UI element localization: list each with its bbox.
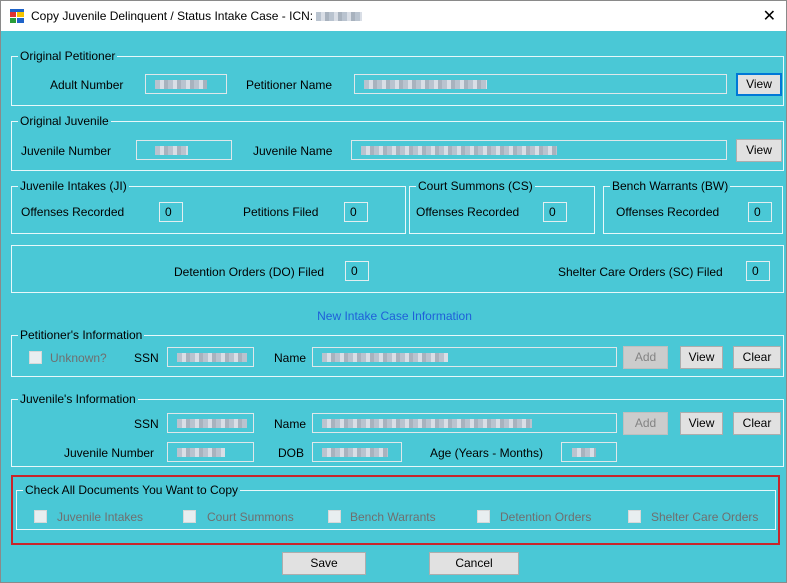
petitioner-add-button[interactable]: Add (623, 346, 668, 369)
detention-orders-label: Detention Orders (DO) Filed (174, 265, 325, 279)
copy-bench-warrants-checkbox[interactable] (328, 510, 341, 523)
court-summons-legend: Court Summons (CS) (416, 179, 535, 193)
petitioner-name-info-label: Name (274, 351, 307, 365)
juvenile-name-info-field[interactable] (312, 413, 617, 433)
new-intake-heading: New Intake Case Information (317, 309, 472, 323)
petitioner-name-info-field[interactable] (312, 347, 617, 367)
app-icon (10, 9, 24, 23)
unknown-checkbox[interactable] (29, 351, 42, 364)
juvenile-name-info-label: Name (274, 417, 307, 431)
juvenile-number-info-field[interactable] (167, 442, 254, 462)
petitioner-name-label: Petitioner Name (246, 78, 333, 92)
original-juvenile-group: Original Juvenile Juvenile Number Juveni… (11, 114, 784, 171)
title-bar: Copy Juvenile Delinquent / Status Intake… (1, 1, 786, 31)
petitioner-ssn-field[interactable] (167, 347, 254, 367)
original-petitioner-group: Original Petitioner Adult Number Petitio… (11, 49, 784, 106)
juvenile-ssn-label: SSN (134, 417, 159, 431)
copy-bench-warrants-label: Bench Warrants (350, 510, 436, 524)
ji-petitions-value: 0 (344, 202, 368, 222)
copy-court-summons-checkbox[interactable] (183, 510, 196, 523)
juvenile-info-legend: Juvenile's Information (18, 392, 138, 406)
age-field (561, 442, 617, 462)
window-title-text: Copy Juvenile Delinquent / Status Intake… (31, 9, 314, 23)
juvenile-name-label: Juvenile Name (253, 144, 333, 158)
bench-warrants-group: Bench Warrants (BW) Offenses Recorded 0 (603, 179, 783, 234)
petitioner-ssn-label: SSN (134, 351, 159, 365)
juvenile-ssn-field[interactable] (167, 413, 254, 433)
petitioner-view-button[interactable]: View (680, 346, 723, 369)
save-button[interactable]: Save (282, 552, 366, 575)
petitioner-clear-button[interactable]: Clear (733, 346, 781, 369)
copy-documents-legend: Check All Documents You Want to Copy (23, 483, 240, 497)
copy-detention-orders-checkbox[interactable] (477, 510, 490, 523)
unknown-label: Unknown? (50, 351, 107, 365)
bench-warrants-legend: Bench Warrants (BW) (610, 179, 731, 193)
age-label: Age (Years - Months) (430, 446, 543, 460)
original-juvenile-view-button[interactable]: View (736, 139, 782, 162)
juvenile-intakes-group: Juvenile Intakes (JI) Offenses Recorded … (11, 179, 406, 234)
juvenile-name-field (351, 140, 727, 160)
copy-shelter-care-orders-label: Shelter Care Orders (651, 510, 759, 524)
juvenile-view-button[interactable]: View (680, 412, 723, 435)
bw-offenses-value: 0 (748, 202, 772, 222)
original-petitioner-view-button[interactable]: View (736, 73, 782, 96)
juvenile-clear-button[interactable]: Clear (733, 412, 781, 435)
close-icon[interactable]: ✕ (763, 6, 776, 26)
ji-offenses-label: Offenses Recorded (21, 205, 125, 219)
cs-offenses-value: 0 (543, 202, 567, 222)
orders-group: Detention Orders (DO) Filed 0 Shelter Ca… (11, 245, 784, 293)
window-title: Copy Juvenile Delinquent / Status Intake… (31, 9, 363, 23)
juvenile-info-group: Juvenile's Information SSN Name Add View… (11, 392, 784, 467)
redacted-icn (316, 12, 363, 22)
juvenile-number-info-label: Juvenile Number (64, 446, 155, 460)
petitioner-info-legend: Petitioner's Information (18, 328, 145, 342)
copy-juvenile-intakes-checkbox[interactable] (34, 510, 47, 523)
shelter-orders-value: 0 (746, 261, 770, 281)
dob-field[interactable] (312, 442, 402, 462)
petitioner-name-field (354, 74, 727, 94)
cancel-button[interactable]: Cancel (429, 552, 519, 575)
original-petitioner-legend: Original Petitioner (18, 49, 118, 63)
cs-offenses-label: Offenses Recorded (416, 205, 520, 219)
juvenile-number-label: Juvenile Number (21, 144, 112, 158)
juvenile-intakes-legend: Juvenile Intakes (JI) (18, 179, 129, 193)
adult-number-field (145, 74, 227, 94)
copy-shelter-care-orders-checkbox[interactable] (628, 510, 641, 523)
petitioner-info-group: Petitioner's Information Unknown? SSN Na… (11, 328, 784, 377)
adult-number-label: Adult Number (50, 78, 124, 92)
bw-offenses-label: Offenses Recorded (616, 205, 720, 219)
dob-label: DOB (278, 446, 305, 460)
copy-juvenile-intakes-label: Juvenile Intakes (57, 510, 144, 524)
ji-offenses-value: 0 (159, 202, 183, 222)
court-summons-group: Court Summons (CS) Offenses Recorded 0 (409, 179, 595, 234)
original-juvenile-legend: Original Juvenile (18, 114, 111, 128)
copy-documents-group: Check All Documents You Want to Copy Juv… (16, 483, 776, 530)
shelter-orders-label: Shelter Care Orders (SC) Filed (558, 265, 723, 279)
copy-court-summons-label: Court Summons (207, 510, 294, 524)
copy-intake-dialog: Copy Juvenile Delinquent / Status Intake… (0, 0, 787, 583)
ji-petitions-label: Petitions Filed (243, 205, 319, 219)
detention-orders-value: 0 (345, 261, 369, 281)
juvenile-add-button[interactable]: Add (623, 412, 668, 435)
copy-detention-orders-label: Detention Orders (500, 510, 592, 524)
juvenile-number-field (136, 140, 232, 160)
